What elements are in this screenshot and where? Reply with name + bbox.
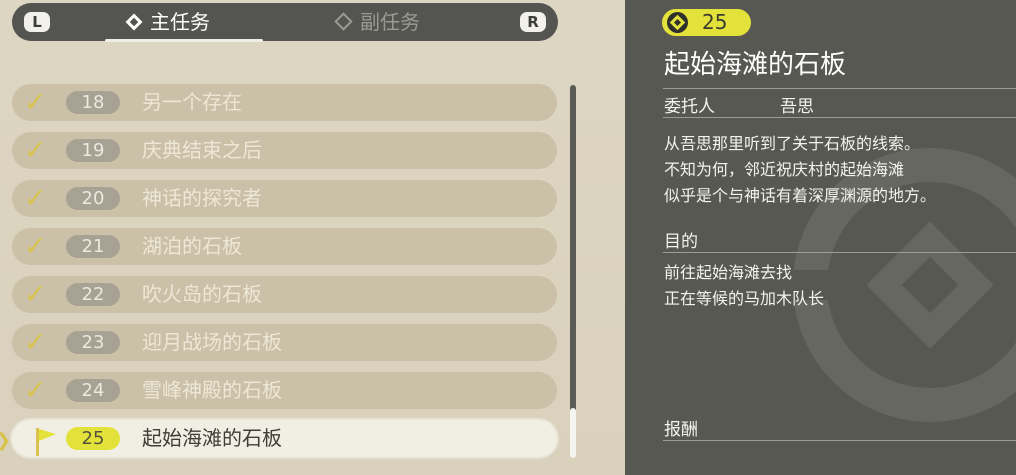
- objective-label: 目的: [664, 232, 698, 252]
- quest-title: 神话的探究者: [142, 186, 262, 210]
- tab-main-quests[interactable]: 主任务: [125, 3, 210, 41]
- quest-list-panel: L 主任务 副任务 R ✓ 18 另一个存在 ✓ 19 庆典结束之后 ✓ 20 …: [0, 0, 625, 475]
- check-icon: ✓: [24, 327, 47, 358]
- reward-label: 报酬: [664, 420, 698, 440]
- quest-row[interactable]: ✓ 19 庆典结束之后: [12, 132, 557, 169]
- client-name: 吾思: [780, 97, 814, 117]
- quest-title: 雪峰神殿的石板: [142, 378, 282, 402]
- quest-number: 25: [66, 427, 120, 450]
- quest-title: 迎月战场的石板: [142, 330, 282, 354]
- quest-number: 23: [66, 331, 120, 354]
- check-icon: ✓: [24, 279, 47, 310]
- quest-objective: 前往起始海滩去找 正在等候的马加木队长: [664, 260, 824, 312]
- description-line: 不知为何，邻近祝庆村的起始海滩: [664, 160, 905, 179]
- quest-title: 吹火岛的石板: [142, 282, 262, 306]
- tab-main-label: 主任务: [150, 10, 210, 34]
- active-tab-underline: [105, 39, 263, 42]
- flag-icon: [36, 428, 56, 456]
- quest-row[interactable]: ✓ 21 湖泊的石板: [12, 228, 557, 265]
- check-icon: ✓: [24, 87, 47, 118]
- l-button[interactable]: L: [24, 12, 50, 32]
- quest-title: 起始海滩的石板: [142, 426, 282, 450]
- quest-number: 21: [66, 235, 120, 258]
- check-icon: ✓: [24, 183, 47, 214]
- divider: [663, 117, 1016, 118]
- quest-number: 24: [66, 379, 120, 402]
- divider: [663, 440, 1016, 441]
- quest-number: 22: [66, 283, 120, 306]
- badge-number: 25: [702, 10, 728, 34]
- quest-diamond-icon: [667, 12, 688, 33]
- objective-line: 前往起始海滩去找: [664, 263, 793, 282]
- quest-title: 庆典结束之后: [142, 138, 262, 162]
- check-icon: ✓: [24, 231, 47, 262]
- quest-row[interactable]: ✓ 23 迎月战场的石板: [12, 324, 557, 361]
- quest-description: 从吾思那里听到了关于石板的线索。 不知为何，邻近祝庆村的起始海滩 似乎是个与神话…: [664, 131, 936, 209]
- quest-row[interactable]: ✓ 20 神话的探究者: [12, 180, 557, 217]
- quest-diamond-icon: [125, 13, 143, 30]
- divider: [663, 88, 1016, 89]
- client-label: 委托人: [664, 97, 715, 117]
- description-line: 从吾思那里听到了关于石板的线索。: [664, 134, 921, 153]
- quest-number: 19: [66, 139, 120, 162]
- divider: [663, 252, 1016, 253]
- quest-detail-title: 起始海滩的石板: [664, 50, 847, 80]
- quest-row-selected[interactable]: 25 起始海滩的石板: [12, 420, 557, 457]
- quest-number: 18: [66, 91, 120, 114]
- quest-number: 20: [66, 187, 120, 210]
- quest-number-badge: 25: [662, 9, 751, 36]
- quest-title: 湖泊的石板: [142, 234, 242, 258]
- description-line: 似乎是个与神话有着深厚渊源的地方。: [664, 186, 937, 205]
- tab-bar: L 主任务 副任务 R: [12, 3, 558, 41]
- check-icon: ✓: [24, 135, 47, 166]
- check-icon: ✓: [24, 375, 47, 406]
- tab-side-quests[interactable]: 副任务: [334, 3, 420, 41]
- scrollbar-track[interactable]: [570, 85, 576, 455]
- cursor-arrow-icon: ❯: [0, 430, 11, 451]
- quest-row[interactable]: ✓ 22 吹火岛的石板: [12, 276, 557, 313]
- quest-diamond-icon: [334, 12, 353, 31]
- quest-row[interactable]: ✓ 24 雪峰神殿的石板: [12, 372, 557, 409]
- objective-line: 正在等候的马加木队长: [664, 289, 825, 308]
- r-button[interactable]: R: [520, 12, 546, 32]
- scrollbar-thumb[interactable]: [570, 408, 576, 458]
- quest-title: 另一个存在: [142, 90, 242, 114]
- tab-side-label: 副任务: [360, 10, 420, 34]
- quest-row[interactable]: ✓ 18 另一个存在: [12, 84, 557, 121]
